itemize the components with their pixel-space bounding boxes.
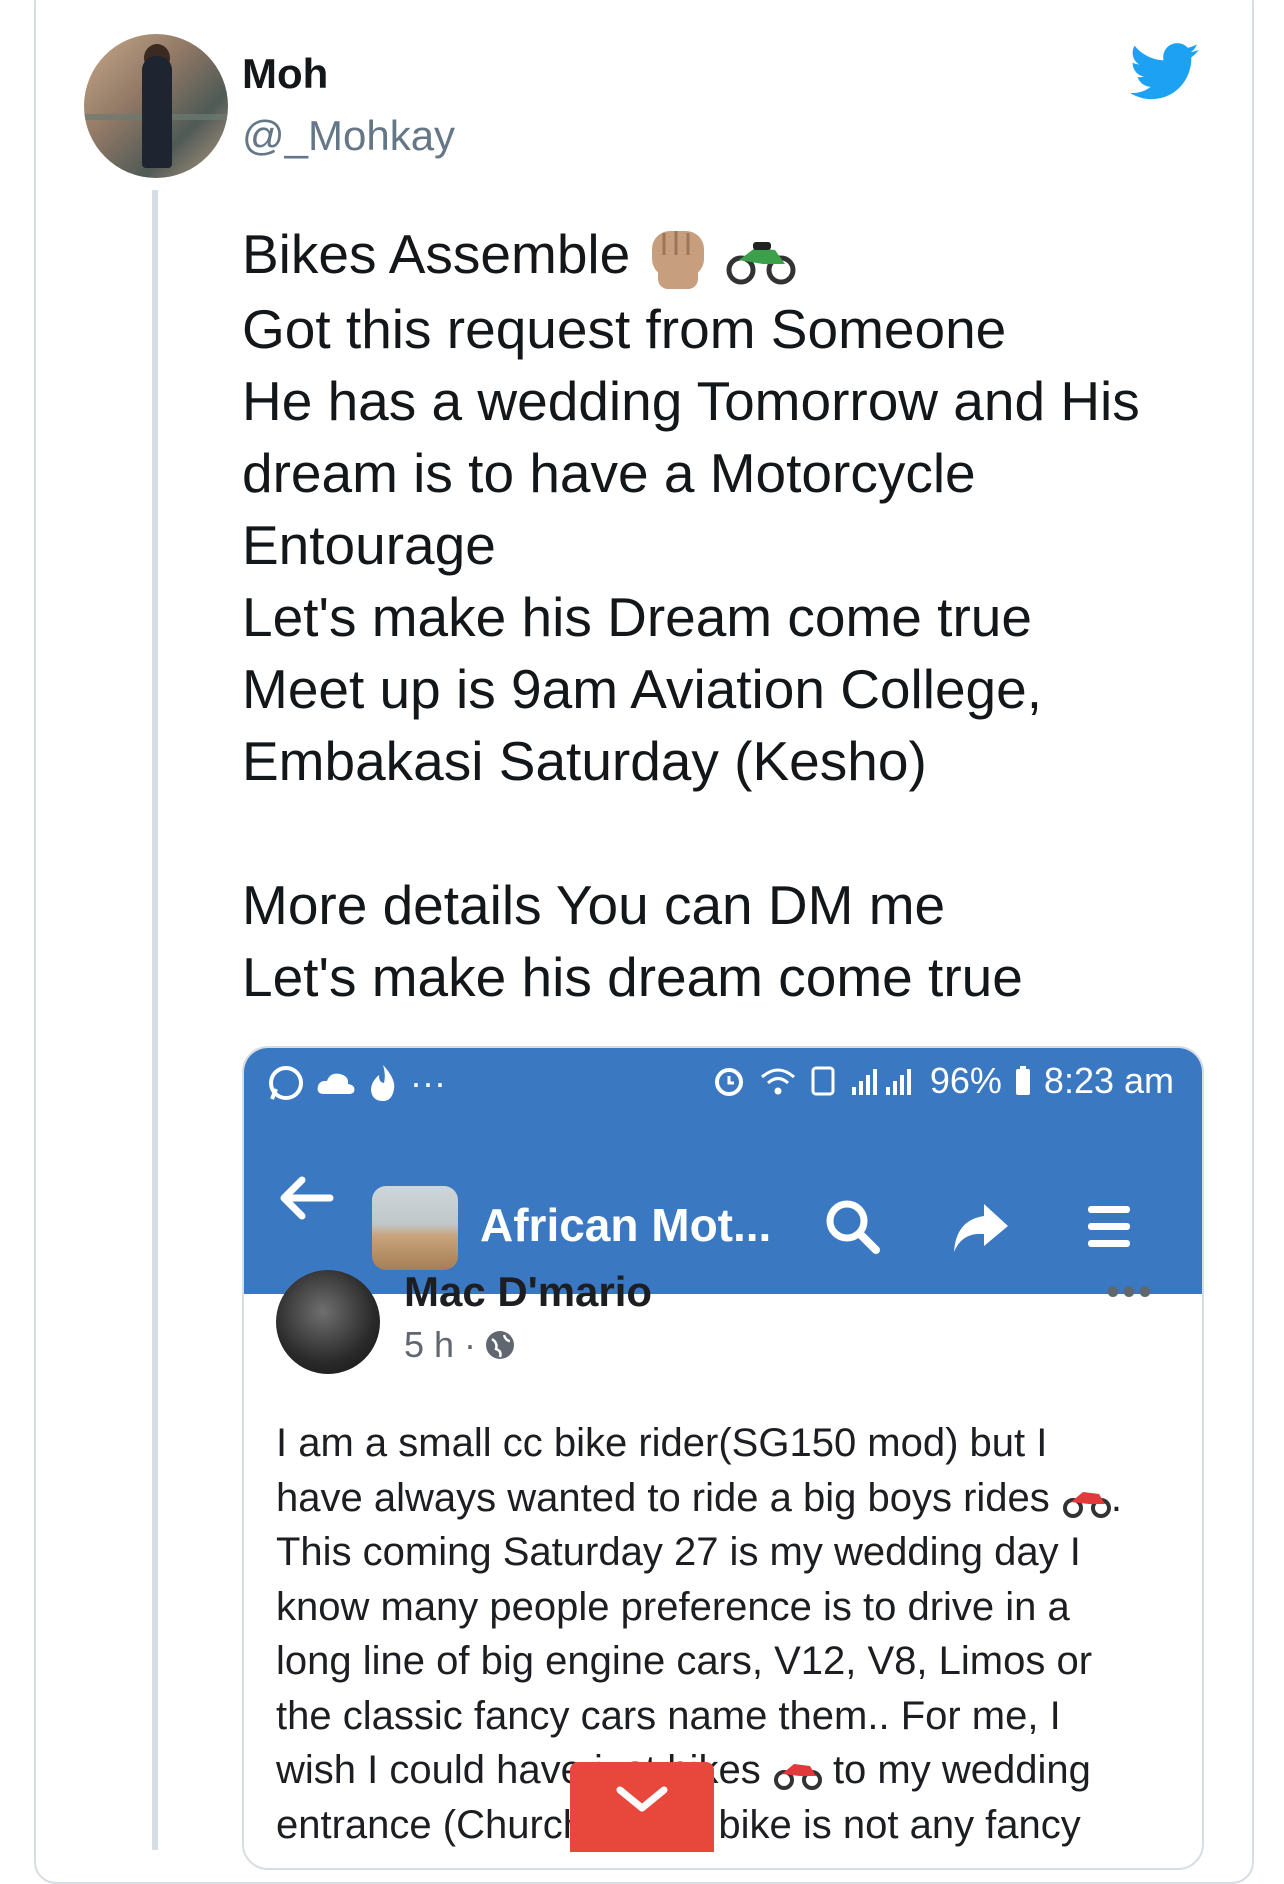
post-line: the classic fancy cars name them.. For m… <box>276 1693 1061 1738</box>
phone-status-bar: ··· 96% 8:23 am <box>244 1048 1202 1110</box>
tweet-line: Let's make his dream come true <box>242 946 1023 1009</box>
attached-screenshot[interactable]: ··· 96% 8:23 am African Mot... Mac D'mar… <box>242 1046 1204 1870</box>
group-thumbnail[interactable] <box>372 1186 458 1270</box>
tweet-line: Entourage <box>242 514 496 577</box>
raised-fist-emoji-icon <box>651 231 704 290</box>
tweet-line: More details You can DM me <box>242 874 946 937</box>
search-icon[interactable] <box>822 1196 882 1256</box>
motorcycle-emoji-icon <box>726 242 796 285</box>
motorcycle-emoji-icon <box>773 1764 822 1791</box>
profile-avatar[interactable] <box>84 34 228 178</box>
battery-icon <box>1015 1066 1030 1095</box>
expand-button[interactable] <box>570 1762 714 1852</box>
post-meta: 5 h · <box>404 1324 516 1366</box>
post-line: I am a small cc bike rider(SG150 mod) bu… <box>276 1421 1048 1465</box>
tweet-line <box>242 797 1222 869</box>
tweet-line: Bikes Assemble <box>242 218 1222 293</box>
tweet-line: Got this request from Someone <box>242 298 1007 361</box>
menu-icon[interactable] <box>1078 1196 1138 1256</box>
post-text: I am a small cc bike rider(SG150 mod) bu… <box>276 1416 1176 1852</box>
post-line: entrance (Church) ... my bike is not any… <box>276 1802 1081 1847</box>
share-arrow-icon[interactable] <box>950 1196 1010 1256</box>
flame-icon <box>371 1065 395 1101</box>
display-name[interactable]: Moh <box>242 50 328 98</box>
post-line: know many people preference is to drive … <box>276 1584 1070 1629</box>
post-options-button[interactable]: ••• <box>1106 1270 1154 1315</box>
post-author-name[interactable]: Mac D'mario <box>404 1268 652 1316</box>
wifi-icon <box>760 1068 795 1095</box>
tweet-line: He has a wedding Tomorrow and His <box>242 370 1140 433</box>
motorcycle-emoji-icon <box>1062 1491 1111 1518</box>
tweet-line: Embakasi Saturday (Kesho) <box>242 730 927 793</box>
battery-percent: 96% <box>929 1060 1002 1101</box>
whatsapp-icon <box>269 1066 303 1100</box>
post-author-avatar[interactable] <box>276 1270 380 1374</box>
sim-icon <box>811 1066 835 1096</box>
chevron-down-icon <box>616 1786 668 1812</box>
alarm-icon <box>714 1068 743 1096</box>
cloud-icon <box>317 1073 355 1094</box>
tweet-text: Bikes Assemble Got this request from Som… <box>242 218 1222 1013</box>
group-app-bar: African Mot... <box>244 1110 1202 1294</box>
back-arrow-icon[interactable] <box>274 1168 336 1228</box>
signal-icon <box>851 1069 911 1095</box>
status-overflow-dots: ··· <box>410 1062 446 1103</box>
group-title[interactable]: African Mot... <box>480 1198 771 1252</box>
user-handle[interactable]: @_Mohkay <box>242 112 455 160</box>
tweet-line: dream is to have a Motorcycle <box>242 442 976 505</box>
thread-line <box>152 190 158 1850</box>
post-line: wish I could have just bikes to my weddi… <box>276 1748 1091 1792</box>
post-line: long line of big engine cars, V12, V8, L… <box>276 1639 1093 1683</box>
post-line: This coming Saturday 27 is my wedding da… <box>276 1530 1081 1574</box>
tweet-line: Meet up is 9am Aviation College, <box>242 658 1042 721</box>
post-time: 5 h · <box>404 1324 477 1365</box>
post-line: have always wanted to ride a big boys ri… <box>276 1475 1123 1520</box>
twitter-bird-icon[interactable] <box>1130 42 1200 102</box>
globe-icon <box>486 1331 515 1359</box>
tweet-line: Let's make his Dream come true <box>242 586 1032 649</box>
clock-time: 8:23 am <box>1043 1060 1174 1101</box>
